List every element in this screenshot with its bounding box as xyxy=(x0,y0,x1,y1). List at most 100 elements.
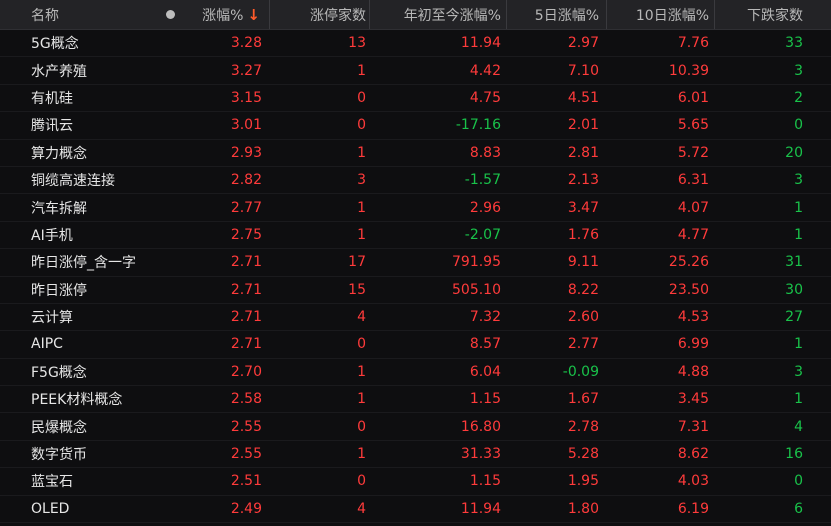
table-row[interactable]: 数字货币 2.55 1 31.33 5.28 8.62 16 xyxy=(0,441,831,469)
ytd-change-value: 4.42 xyxy=(469,62,501,79)
limit-up-count-value: 1 xyxy=(357,226,366,243)
decline-count-value: 31 xyxy=(785,254,803,271)
table-row[interactable]: 汽车拆解 2.77 1 2.96 3.47 4.07 1 xyxy=(0,194,831,222)
decline-count-value: 20 xyxy=(785,144,803,161)
sector-name: 腾讯云 xyxy=(31,118,73,135)
table-body: 5G概念 3.28 13 11.94 2.97 7.76 33 水产养殖 3.27 1 4.42 7.… xyxy=(0,30,831,524)
sector-name: PEEK材料概念 xyxy=(31,392,123,409)
d5-change-value: 4.51 xyxy=(567,89,599,106)
column-header-decline-count[interactable]: 下跌家数 xyxy=(715,0,831,29)
sector-name: F5G概念 xyxy=(31,364,87,381)
d10-change-value: 10.39 xyxy=(668,62,709,79)
table-row[interactable]: OLED 2.49 4 11.94 1.80 6.19 6 xyxy=(0,496,831,524)
d10-change-value: 8.62 xyxy=(677,446,709,463)
table-row[interactable]: 蓝宝石 2.51 0 1.15 1.95 4.03 0 xyxy=(0,468,831,496)
d5-change-value: 1.67 xyxy=(567,391,599,408)
table-row[interactable]: 昨日涨停 2.71 15 505.10 8.22 23.50 30 xyxy=(0,277,831,304)
d10-change-value: 7.76 xyxy=(677,35,709,52)
change-pct-value: 2.82 xyxy=(230,172,262,189)
column-header-change-pct-label: 涨幅% xyxy=(202,7,244,24)
column-header-10d-change[interactable]: 10日涨幅% xyxy=(607,0,715,29)
limit-up-count-value: 4 xyxy=(357,500,366,517)
table-row[interactable]: 云计算 2.71 4 7.32 2.60 4.53 27 xyxy=(0,304,831,332)
sector-name: 汽车拆解 xyxy=(31,200,87,217)
sector-ranking-table: 名称 涨幅% ↓ 涨停家数 年初至今涨幅% 5日涨幅% 10日涨幅% 下跌家数 xyxy=(0,0,831,526)
dot-icon xyxy=(165,10,175,19)
ytd-change-value: 791.95 xyxy=(452,254,501,271)
d10-change-value: 3.45 xyxy=(677,391,709,408)
ytd-change-value: -17.16 xyxy=(455,117,501,134)
limit-up-count-value: 1 xyxy=(357,363,366,380)
table-row[interactable]: 有机硅 3.15 0 4.75 4.51 6.01 2 xyxy=(0,85,831,113)
d5-change-value: -0.09 xyxy=(562,363,599,380)
ytd-change-value: 16.80 xyxy=(460,418,501,435)
sector-name: 水产养殖 xyxy=(31,63,87,80)
ytd-change-value: -1.57 xyxy=(464,172,501,189)
sector-name: 昨日涨停 xyxy=(31,282,87,299)
limit-up-count-value: 3 xyxy=(357,172,366,189)
change-pct-value: 2.55 xyxy=(230,418,262,435)
limit-up-count-value: 4 xyxy=(357,309,366,326)
d10-change-value: 25.26 xyxy=(668,254,709,271)
column-header-limit-up-count[interactable]: 涨停家数 xyxy=(270,0,370,29)
d5-change-value: 7.10 xyxy=(567,62,599,79)
table-header: 名称 涨幅% ↓ 涨停家数 年初至今涨幅% 5日涨幅% 10日涨幅% 下跌家数 xyxy=(0,0,831,30)
d5-change-value: 2.01 xyxy=(567,117,599,134)
decline-count-value: 2 xyxy=(794,89,803,106)
sector-name: 数字货币 xyxy=(31,447,87,464)
d5-change-value: 8.22 xyxy=(567,281,599,298)
limit-up-count-value: 0 xyxy=(357,336,366,353)
table-row[interactable]: 5G概念 3.28 13 11.94 2.97 7.76 33 xyxy=(0,30,831,58)
d5-change-value: 2.77 xyxy=(567,336,599,353)
d10-change-value: 4.07 xyxy=(677,199,709,216)
column-header-name[interactable]: 名称 xyxy=(0,0,155,29)
d5-change-value: 2.60 xyxy=(567,309,599,326)
sector-name: OLED xyxy=(31,500,70,517)
table-row[interactable]: 水产养殖 3.27 1 4.42 7.10 10.39 3 xyxy=(0,57,831,85)
limit-up-count-value: 0 xyxy=(357,89,366,106)
column-header-change-pct[interactable]: 涨幅% ↓ xyxy=(185,0,270,29)
d5-change-value: 1.95 xyxy=(567,473,599,490)
sector-name: 有机硅 xyxy=(31,90,73,107)
sector-name: AI手机 xyxy=(31,227,73,244)
column-header-5d-change[interactable]: 5日涨幅% xyxy=(507,0,607,29)
ytd-change-value: 8.83 xyxy=(469,144,501,161)
sector-name: 算力概念 xyxy=(31,145,87,162)
sector-name: 5G概念 xyxy=(31,36,79,53)
table-row[interactable]: AI手机 2.75 1 -2.07 1.76 4.77 1 xyxy=(0,222,831,250)
column-header-ytd-change[interactable]: 年初至今涨幅% xyxy=(370,0,507,29)
table-row[interactable]: F5G概念 2.70 1 6.04 -0.09 4.88 3 xyxy=(0,359,831,387)
limit-up-count-value: 17 xyxy=(348,254,366,271)
limit-up-count-value: 1 xyxy=(357,199,366,216)
table-row[interactable]: 昨日涨停_含一字 2.71 17 791.95 9.11 25.26 31 xyxy=(0,249,831,277)
table-row[interactable]: 民爆概念 2.55 0 16.80 2.78 7.31 4 xyxy=(0,413,831,441)
column-header-decline-count-label: 下跌家数 xyxy=(747,7,803,24)
sector-name: 蓝宝石 xyxy=(31,474,73,491)
ytd-change-value: 1.15 xyxy=(469,473,501,490)
ytd-change-value: 1.15 xyxy=(469,391,501,408)
table-row[interactable]: 算力概念 2.93 1 8.83 2.81 5.72 20 xyxy=(0,140,831,167)
change-pct-value: 2.51 xyxy=(230,473,262,490)
d10-change-value: 5.72 xyxy=(677,144,709,161)
change-pct-value: 2.93 xyxy=(230,144,262,161)
column-header-marker[interactable] xyxy=(155,0,185,29)
d5-change-value: 2.78 xyxy=(567,418,599,435)
table-row[interactable]: PEEK材料概念 2.58 1 1.15 1.67 3.45 1 xyxy=(0,386,831,414)
decline-count-value: 16 xyxy=(785,446,803,463)
column-header-name-label: 名称 xyxy=(31,7,59,24)
d10-change-value: 23.50 xyxy=(668,281,709,298)
decline-count-value: 3 xyxy=(794,172,803,189)
decline-count-value: 1 xyxy=(794,226,803,243)
table-row[interactable]: AIPC 2.71 0 8.57 2.77 6.99 1 xyxy=(0,331,831,359)
decline-count-value: 4 xyxy=(794,418,803,435)
table-row[interactable]: 铜缆高速连接 2.82 3 -1.57 2.13 6.31 3 xyxy=(0,167,831,195)
change-pct-value: 3.27 xyxy=(230,62,262,79)
d10-change-value: 4.53 xyxy=(677,309,709,326)
change-pct-value: 3.01 xyxy=(230,117,262,134)
decline-count-value: 33 xyxy=(785,35,803,52)
decline-count-value: 0 xyxy=(794,117,803,134)
d10-change-value: 4.77 xyxy=(677,226,709,243)
table-row[interactable]: 腾讯云 3.01 0 -17.16 2.01 5.65 0 xyxy=(0,112,831,140)
change-pct-value: 2.71 xyxy=(230,281,262,298)
sector-name: 铜缆高速连接 xyxy=(31,173,115,190)
